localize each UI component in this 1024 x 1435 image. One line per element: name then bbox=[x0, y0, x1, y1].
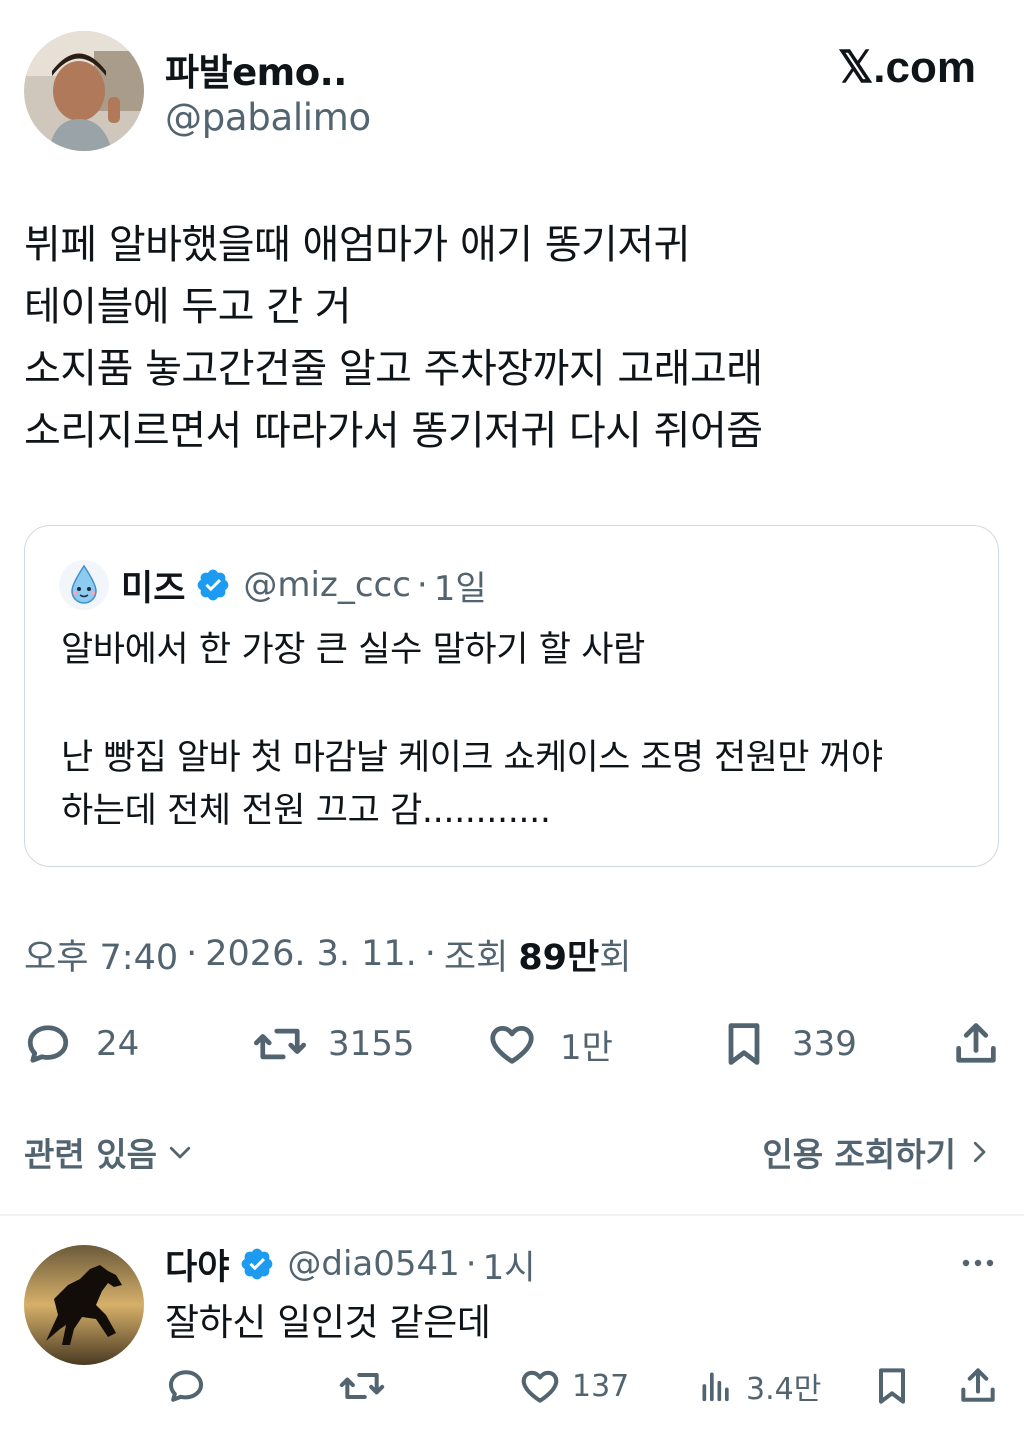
brand-logo: 𝕏.com bbox=[837, 43, 976, 92]
retweet-icon bbox=[339, 1372, 385, 1400]
meta-separator: · bbox=[424, 934, 436, 974]
author-name[interactable]: 파발emo.. bbox=[165, 42, 347, 96]
quote-text-line-1: 알바에서 한 가장 큰 실수 말하기 할 사람 bbox=[61, 630, 645, 670]
reply-author-handle[interactable]: @dia0541 bbox=[287, 1244, 459, 1284]
divider bbox=[0, 1214, 1024, 1216]
heart-icon bbox=[490, 1026, 534, 1064]
chevron-right-icon bbox=[973, 1141, 986, 1163]
views-suffix: 회 bbox=[599, 937, 632, 978]
reply-icon bbox=[168, 1370, 204, 1402]
related-toggle[interactable]: 관련 있음 bbox=[24, 1128, 195, 1176]
reply-share-button[interactable] bbox=[956, 1364, 1000, 1408]
verified-badge-icon bbox=[195, 567, 231, 603]
tweet-text-line-3: 소지품 놓고간건줄 알고 주차장까지 고래고래 bbox=[24, 346, 763, 392]
reply-views-count: 3.4만 bbox=[746, 1372, 822, 1407]
share-icon bbox=[961, 1368, 995, 1402]
tweet-text-line-2: 테이블에 두고 간 거 bbox=[24, 284, 352, 330]
reply-count: 24 bbox=[96, 1024, 140, 1064]
quote-author-name: 미즈 bbox=[121, 568, 186, 609]
like-button[interactable]: 1만 bbox=[486, 1018, 613, 1070]
retweet-button[interactable]: 3155 bbox=[252, 1018, 415, 1070]
more-dots-icon bbox=[962, 1259, 994, 1267]
tweet-meta: 오후 7:40 · 2026. 3. 11. · 조회 89만 회 bbox=[24, 930, 631, 978]
reply-text: 잘하신 일인것 같은데 bbox=[165, 1301, 491, 1344]
tweet-date[interactable]: 2026. 3. 11. bbox=[205, 934, 417, 974]
verified-badge-icon bbox=[239, 1246, 275, 1282]
view-quotes-link[interactable]: 인용 조회하기 bbox=[762, 1128, 994, 1176]
quote-text-line-2: 난 빵집 알바 첫 마감날 케이크 쇼케이스 조명 전원만 꺼야 bbox=[61, 738, 883, 778]
related-label: 관련 있음 bbox=[24, 1135, 157, 1174]
reply-separator: · bbox=[465, 1244, 477, 1284]
bookmark-count: 339 bbox=[792, 1024, 857, 1064]
reply-button[interactable]: 24 bbox=[22, 1018, 139, 1070]
author-handle[interactable]: @pabalimo bbox=[165, 96, 371, 139]
views-chart-icon bbox=[702, 1372, 729, 1402]
chevron-down-icon bbox=[169, 1146, 191, 1159]
tweet-text-line-1: 뷔페 알바했을때 애엄마가 애기 똥기저귀 bbox=[24, 222, 690, 268]
tweet-text-line-4: 소리지르면서 따라가서 똥기저귀 다시 쥐어줌 bbox=[24, 408, 763, 454]
reply-like-button[interactable]: 137 bbox=[518, 1364, 629, 1408]
reply-author-name[interactable]: 다야 bbox=[165, 1239, 229, 1290]
share-icon bbox=[956, 1023, 996, 1063]
reply-avatar[interactable] bbox=[24, 1245, 144, 1365]
reply-timestamp[interactable]: 1시 bbox=[483, 1240, 536, 1289]
reply-avatar-image bbox=[24, 1245, 144, 1365]
retweet-icon bbox=[253, 1028, 307, 1060]
reply-views-button[interactable]: 3.4만 bbox=[696, 1364, 821, 1408]
quote-timestamp: 1일 bbox=[433, 568, 487, 609]
heart-icon bbox=[521, 1370, 559, 1403]
bookmark-icon bbox=[728, 1023, 760, 1065]
author-avatar-image bbox=[24, 31, 144, 151]
tweet-time: 오후 7:40 bbox=[24, 937, 179, 978]
reply-bookmark-button[interactable] bbox=[870, 1364, 914, 1408]
quote-author-handle: @miz_ccc bbox=[243, 565, 411, 605]
bookmark-icon bbox=[878, 1368, 906, 1404]
quote-separator: · bbox=[416, 565, 428, 605]
views-count: 89만 bbox=[518, 937, 600, 978]
reply-reply-button[interactable] bbox=[164, 1364, 208, 1408]
quote-avatar-image bbox=[71, 564, 97, 604]
quote-avatar bbox=[59, 560, 109, 610]
reply-like-count: 137 bbox=[572, 1368, 630, 1404]
views-prefix: 조회 bbox=[443, 937, 509, 978]
reply-icon bbox=[27, 1025, 69, 1063]
more-options-button[interactable] bbox=[958, 1250, 998, 1276]
retweet-count: 3155 bbox=[328, 1024, 415, 1064]
bookmark-button[interactable]: 339 bbox=[718, 1018, 857, 1070]
like-count: 1만 bbox=[560, 1027, 613, 1068]
reply-retweet-button[interactable] bbox=[338, 1364, 386, 1408]
view-quotes-label: 인용 조회하기 bbox=[762, 1135, 956, 1174]
reply-header: 다야 @dia0541 · 1시 bbox=[165, 1240, 536, 1288]
share-button[interactable] bbox=[950, 1018, 1002, 1070]
meta-separator: · bbox=[186, 934, 198, 974]
quoted-tweet[interactable]: 미즈 @miz_ccc · 1일 알바에서 한 가장 큰 실수 말하기 할 사람… bbox=[24, 525, 999, 867]
quote-text-line-3: 하는데 전체 전원 끄고 감............ bbox=[61, 791, 551, 831]
author-avatar[interactable] bbox=[24, 31, 144, 151]
